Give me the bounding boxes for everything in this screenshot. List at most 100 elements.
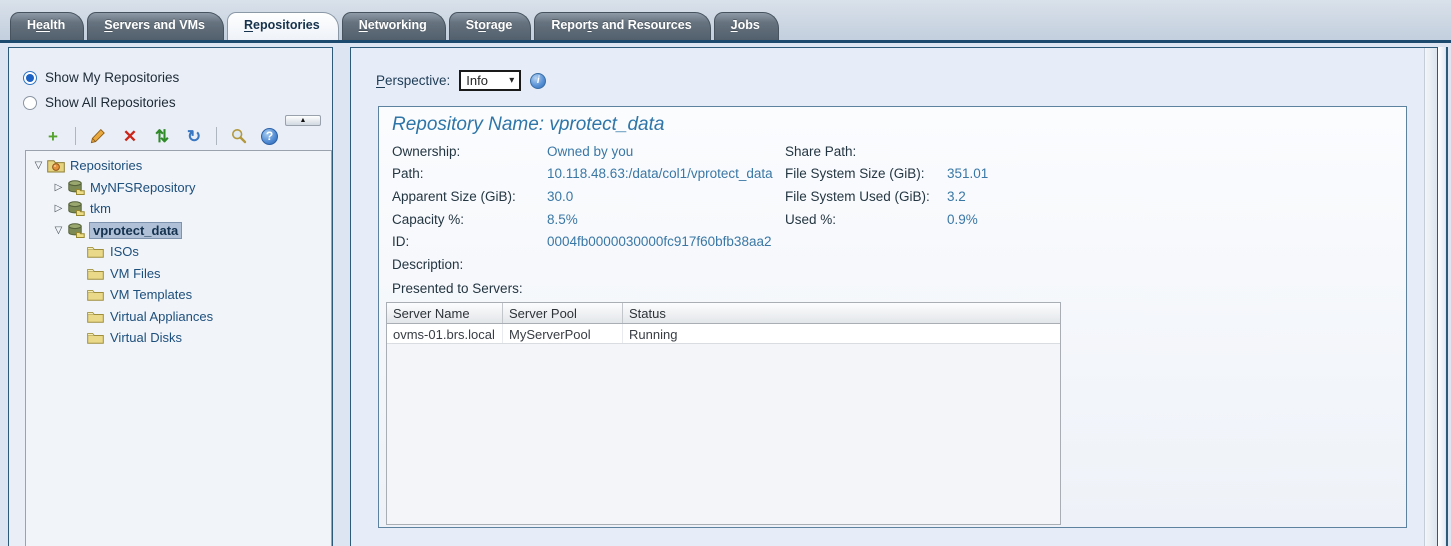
field-row: File System Size (GiB):351.01 — [785, 163, 988, 186]
repository-icon — [67, 223, 87, 238]
table-column-header[interactable]: Server Name — [387, 303, 503, 323]
repo-tree: ▽Repositories▷MyNFSRepository▷tkm▽vprote… — [25, 150, 332, 546]
tab-label-part: ervers and VMs — [113, 18, 205, 32]
tab-label-part: etworking — [368, 18, 427, 32]
collapse-panel-button[interactable]: ▲ — [285, 115, 321, 126]
main-content: Show My Repositories Show All Repositorie… — [0, 43, 1451, 546]
repositories-root-icon — [47, 159, 67, 173]
tab-networking[interactable]: Networking — [342, 12, 446, 40]
tree-expander-icon[interactable]: ▽ — [50, 225, 67, 236]
toolbar-separator — [75, 127, 76, 145]
field-label: ID: — [392, 234, 547, 249]
add-icon[interactable]: + — [43, 126, 63, 146]
tree-expander-icon[interactable]: ▽ — [30, 160, 47, 171]
field-value: 351.01 — [947, 166, 988, 181]
radio-button[interactable] — [23, 71, 37, 85]
tab-label-part: epositories — [253, 18, 320, 32]
tab-bar: HealthServers and VMsRepositoriesNetwork… — [0, 0, 1451, 40]
tab-jobs[interactable]: Jobs — [714, 12, 779, 40]
tab-label-part: R — [244, 18, 253, 32]
table-header-row: Server NameServer PoolStatus — [387, 303, 1060, 324]
perspective-label-post: erspective: — [385, 73, 450, 88]
window-edge-border — [1446, 47, 1448, 546]
table-column-header[interactable]: Status — [623, 303, 1060, 323]
tree-item-label: VM Templates — [110, 287, 192, 302]
refresh-all-icon[interactable]: ↻ — [184, 126, 204, 146]
search-icon[interactable] — [229, 126, 249, 146]
field-label: File System Size (GiB): — [785, 166, 947, 181]
field-label: Description: — [392, 257, 547, 272]
repository-icon — [67, 201, 87, 216]
tree-item-label: Repositories — [70, 158, 142, 173]
table-row[interactable]: ovms-01.brs.localMyServerPoolRunning — [387, 324, 1060, 344]
tab-health[interactable]: Health — [10, 12, 84, 40]
delete-icon[interactable]: ✕ — [120, 126, 140, 146]
table-column-header[interactable]: Server Pool — [503, 303, 623, 323]
radio-button[interactable] — [23, 96, 37, 110]
refresh-icon[interactable]: ⇅ — [152, 126, 172, 146]
tree-item[interactable]: VM Files — [26, 263, 331, 285]
field-row: ID:0004fb0000030000fc917f60bfb38aa2 — [392, 230, 785, 253]
tree-item-label: MyNFSRepository — [90, 180, 195, 195]
tab-label-part: obs — [738, 18, 760, 32]
folder-icon — [87, 310, 107, 323]
vertical-scrollbar[interactable] — [1424, 48, 1437, 546]
radio-dot — [26, 74, 34, 82]
field-label: Share Path: — [785, 144, 947, 159]
info-icon[interactable]: i — [530, 73, 546, 89]
field-row: Apparent Size (GiB):30.0 — [392, 185, 785, 208]
presented-to-servers-table: Server NameServer PoolStatus ovms-01.brs… — [386, 302, 1061, 525]
tree-item[interactable]: Virtual Disks — [26, 327, 331, 349]
tree-item-label: VM Files — [110, 266, 161, 281]
folder-icon — [87, 288, 107, 301]
tab-repositories[interactable]: Repositories — [227, 12, 339, 40]
window-edge-gap — [1438, 47, 1445, 546]
tree-item[interactable]: ▷tkm — [26, 198, 331, 220]
table-body: ovms-01.brs.localMyServerPoolRunning — [387, 324, 1060, 524]
tab-storage[interactable]: Storage — [449, 12, 532, 40]
toolbar-separator — [216, 127, 217, 145]
tab-bar-divider — [0, 40, 1451, 43]
field-value: 0004fb0000030000fc917f60bfb38aa2 — [547, 234, 771, 249]
field-label: Path: — [392, 166, 547, 181]
repository-info-box: Repository Name: vprotect_data Ownership… — [378, 106, 1407, 528]
perspective-select[interactable]: Info ▾ — [459, 70, 521, 91]
repository-icon — [67, 180, 87, 195]
field-value: Owned by you — [547, 144, 633, 159]
perspective-label: Perspective: — [376, 73, 450, 88]
tree-item[interactable]: ISOs — [26, 241, 331, 263]
tree-item[interactable]: ▽ Repositories — [26, 155, 331, 177]
edit-icon[interactable] — [88, 126, 108, 146]
tab-label-part: Repor — [551, 18, 587, 32]
tab-label-part: lth — [50, 18, 65, 32]
field-row: Path:10.118.48.63:/data/col1/vprotect_da… — [392, 163, 785, 186]
table-cell: Running — [623, 324, 1060, 343]
tree-expander-icon[interactable]: ▷ — [50, 182, 67, 193]
tab-reports-and-resources[interactable]: Reports and Resources — [534, 12, 710, 40]
repo-filter-radios: Show My Repositories Show All Repositorie… — [23, 65, 179, 115]
help-icon[interactable]: ? — [261, 128, 278, 145]
field-row: Used %:0.9% — [785, 208, 988, 231]
field-row: Ownership:Owned by you — [392, 140, 785, 163]
radio-show-all-repositories[interactable]: Show All Repositories — [23, 90, 179, 115]
field-row: Share Path: — [785, 140, 988, 163]
tab-label-part: o — [478, 18, 486, 32]
tree-expander-icon[interactable]: ▷ — [50, 203, 67, 214]
tree-item[interactable]: ▷ MyNFSRepository — [26, 177, 331, 199]
tree-item[interactable]: Virtual Appliances — [26, 306, 331, 328]
tree-item[interactable]: VM Templates — [26, 284, 331, 306]
folder-icon — [87, 267, 107, 280]
repository-name-header: Repository Name: vprotect_data — [392, 114, 664, 136]
field-label: Apparent Size (GiB): — [392, 189, 547, 204]
tab-servers-and-vms[interactable]: Servers and VMs — [87, 12, 224, 40]
perspective-row: Perspective: Info ▾ i — [376, 70, 546, 91]
field-row: Capacity %:8.5% — [392, 208, 785, 231]
tab-label-part: ea — [36, 18, 50, 32]
tree-item[interactable]: ▽ vprotect_data — [26, 220, 331, 242]
tree-item-label: vprotect_data — [90, 223, 181, 238]
radio-show-my-repositories[interactable]: Show My Repositories — [23, 65, 179, 90]
field-row: Description: — [392, 253, 785, 276]
tab-label-part: St — [466, 18, 479, 32]
radio-label: Show All Repositories — [45, 95, 176, 110]
field-value: 3.2 — [947, 189, 966, 204]
